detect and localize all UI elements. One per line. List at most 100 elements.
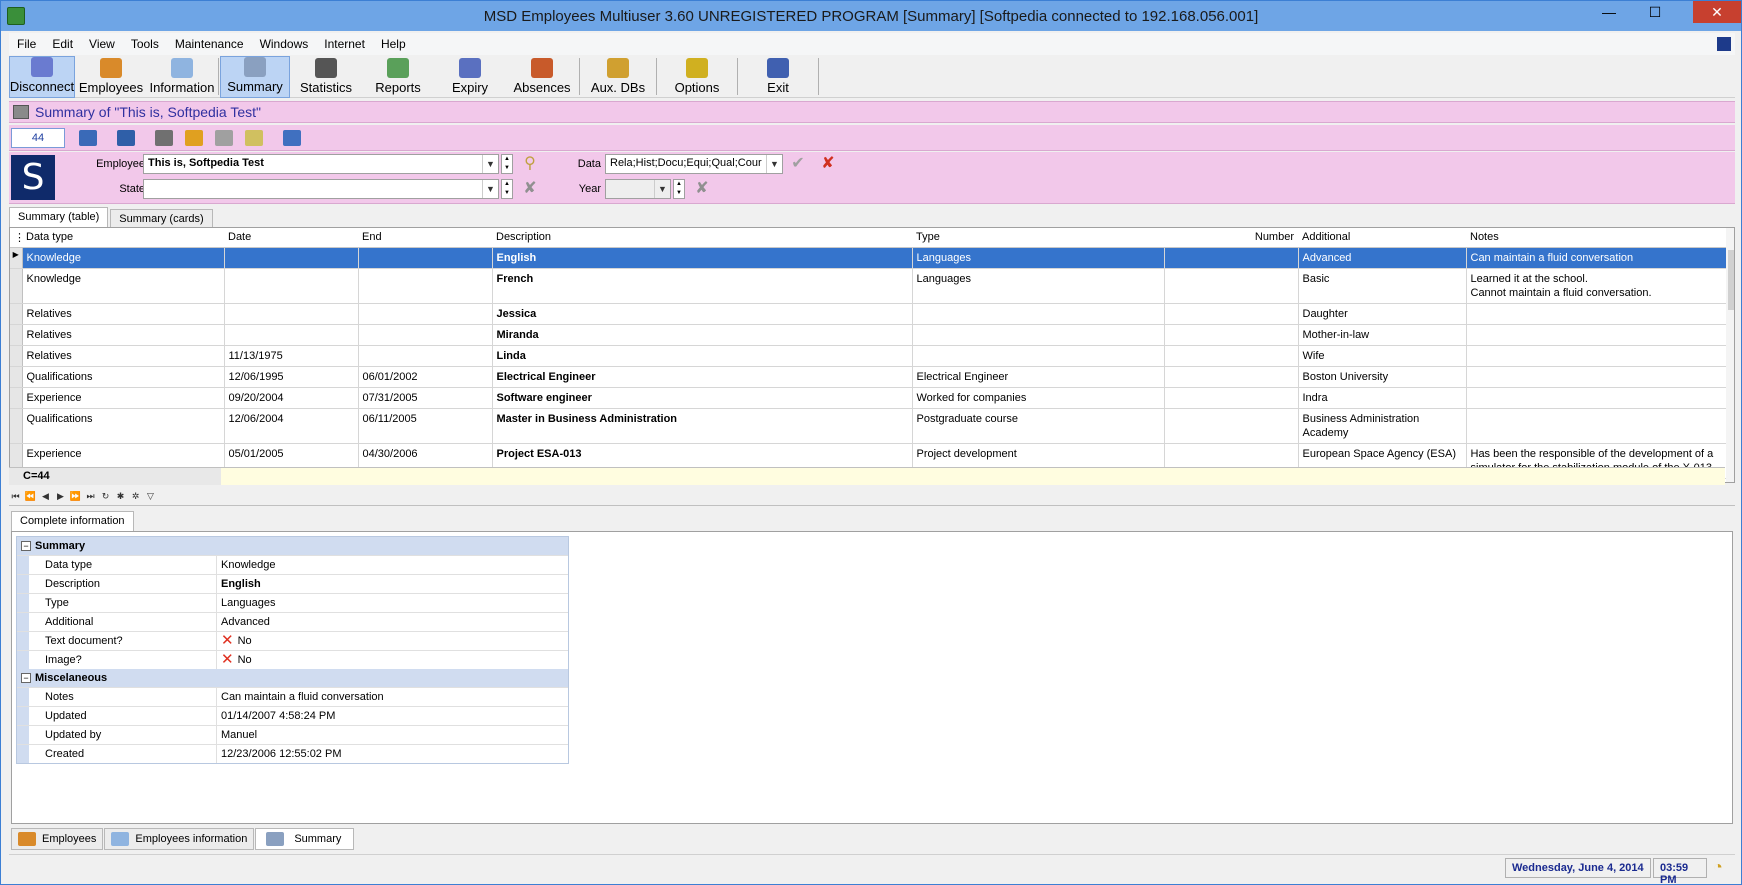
cell-additional[interactable]: Boston University xyxy=(1298,366,1467,388)
row-indicator[interactable] xyxy=(10,268,23,304)
clear-state-icon[interactable]: ✘ xyxy=(521,180,539,198)
menu-help[interactable]: Help xyxy=(373,37,414,51)
close-button[interactable]: ✕ xyxy=(1693,1,1741,23)
collapse-icon[interactable]: − xyxy=(21,541,31,551)
cell-end[interactable] xyxy=(358,268,493,304)
table-row[interactable]: Experience 09/20/2004 07/31/2005 Software e… xyxy=(10,387,1727,409)
col-date[interactable]: Date xyxy=(224,228,358,248)
exit-button[interactable]: Exit xyxy=(739,56,817,98)
cell-additional[interactable]: Business Administration Academy xyxy=(1298,408,1467,444)
cell-end[interactable] xyxy=(358,345,493,367)
property-value[interactable]: Languages xyxy=(217,594,279,612)
aux-dbs-button[interactable]: Aux. DBs xyxy=(581,56,655,98)
cell-description[interactable]: Jessica xyxy=(492,303,913,325)
cell-date[interactable] xyxy=(224,324,359,346)
maximize-button[interactable]: ☐ xyxy=(1632,1,1678,23)
minimize-button[interactable]: — xyxy=(1586,1,1632,23)
cell-notes[interactable] xyxy=(1466,345,1727,367)
clock-icon[interactable]: ◔ xyxy=(1709,859,1727,877)
property-value[interactable]: Advanced xyxy=(217,613,274,631)
cell-type[interactable] xyxy=(912,324,1165,346)
tab-summary-table[interactable]: Summary (table) xyxy=(9,207,109,228)
table-row[interactable]: Relatives Miranda Mother-in-law xyxy=(10,324,1727,346)
property-value[interactable]: Can maintain a fluid conversation xyxy=(217,688,388,706)
menu-file[interactable]: File xyxy=(9,37,44,51)
menu-tools[interactable]: Tools xyxy=(123,37,167,51)
cell-number[interactable] xyxy=(1164,268,1299,304)
tab-summary-cards[interactable]: Summary (cards) xyxy=(110,209,213,228)
category-miscelaneous[interactable]: − Miscelaneous xyxy=(17,669,568,687)
cell-date[interactable]: 09/20/2004 xyxy=(224,387,359,409)
property-row[interactable]: Image? ✕ No xyxy=(17,650,568,669)
cell-end[interactable]: 07/31/2005 xyxy=(358,387,493,409)
chevron-down-icon[interactable]: ▼ xyxy=(654,180,670,198)
statistics-button[interactable]: Statistics xyxy=(290,56,362,98)
cell-data-type[interactable]: Qualifications xyxy=(22,408,225,444)
cell-number[interactable] xyxy=(1164,366,1299,388)
property-value[interactable]: 12/23/2006 12:55:02 PM xyxy=(217,745,345,763)
cell-description[interactable]: English xyxy=(492,247,913,269)
property-value[interactable]: ✕ No xyxy=(217,651,256,669)
table-row[interactable]: Relatives Jessica Daughter xyxy=(10,303,1727,325)
vertical-scrollbar[interactable] xyxy=(1726,228,1734,482)
cell-date[interactable]: 12/06/1995 xyxy=(224,366,359,388)
cell-end[interactable]: 06/01/2002 xyxy=(358,366,493,388)
cell-type[interactable]: Worked for companies xyxy=(912,387,1165,409)
property-value[interactable]: English xyxy=(217,575,265,593)
cell-type[interactable]: Postgraduate course xyxy=(912,408,1165,444)
tab-summary[interactable]: Summary xyxy=(255,828,355,850)
row-indicator[interactable] xyxy=(10,345,23,367)
cell-additional[interactable]: Wife xyxy=(1298,345,1467,367)
cell-number[interactable] xyxy=(1164,408,1299,444)
col-description[interactable]: Description xyxy=(492,228,912,248)
scroll-thumb[interactable] xyxy=(1728,250,1734,310)
property-value[interactable]: ✕ No xyxy=(217,632,256,650)
app-icon[interactable] xyxy=(7,7,25,25)
property-row[interactable]: Description English xyxy=(17,574,568,593)
employee-spinner[interactable]: ▲ ▼ xyxy=(501,154,513,174)
cell-description[interactable]: Electrical Engineer xyxy=(492,366,913,388)
row-indicator[interactable] xyxy=(10,366,23,388)
cell-data-type[interactable]: Knowledge xyxy=(22,268,225,304)
cell-date[interactable] xyxy=(224,247,359,269)
table-row[interactable]: Qualifications 12/06/2004 06/11/2005 Master… xyxy=(10,408,1727,444)
cell-type[interactable]: Languages xyxy=(912,268,1165,304)
menu-edit[interactable]: Edit xyxy=(44,37,81,51)
cell-additional[interactable]: Basic xyxy=(1298,268,1467,304)
cell-notes[interactable]: Can maintain a fluid conversation xyxy=(1466,247,1727,269)
chevron-down-icon[interactable]: ▼ xyxy=(482,155,498,173)
tab-employees[interactable]: Employees xyxy=(11,828,104,850)
chevron-down-icon[interactable]: ▼ xyxy=(766,155,782,173)
menu-view[interactable]: View xyxy=(81,37,123,51)
reports-button[interactable]: Reports xyxy=(362,56,434,98)
cell-data-type[interactable]: Qualifications xyxy=(22,366,225,388)
cell-notes[interactable] xyxy=(1466,324,1727,346)
information-button[interactable]: Information xyxy=(147,56,217,98)
info-icon[interactable] xyxy=(117,129,135,146)
prev-page-icon[interactable]: ⏪ xyxy=(24,490,37,503)
tab-complete-information[interactable]: Complete information xyxy=(11,511,134,532)
property-row[interactable]: Text document? ✕ No xyxy=(17,631,568,650)
cell-type[interactable]: Electrical Engineer xyxy=(912,366,1165,388)
property-value[interactable]: 01/14/2007 4:58:24 PM xyxy=(217,707,339,725)
cell-notes[interactable] xyxy=(1466,387,1727,409)
options-button[interactable]: Options xyxy=(658,56,736,98)
col-additional[interactable]: Additional xyxy=(1298,228,1466,248)
col-type[interactable]: Type xyxy=(912,228,1164,248)
tab-employees-information[interactable]: Employees information xyxy=(104,828,255,850)
collapse-icon[interactable]: − xyxy=(21,673,31,683)
cell-data-type[interactable]: Experience xyxy=(22,387,225,409)
col-number[interactable]: Number xyxy=(1164,228,1298,248)
row-indicator[interactable] xyxy=(10,324,23,346)
cell-number[interactable] xyxy=(1164,345,1299,367)
cell-data-type[interactable]: Relatives xyxy=(22,303,225,325)
export-icon[interactable] xyxy=(283,129,301,146)
cell-data-type[interactable]: Relatives xyxy=(22,324,225,346)
property-value[interactable]: Manuel xyxy=(217,726,261,744)
cell-date[interactable]: 11/13/1975 xyxy=(224,345,359,367)
menu-maintenance[interactable]: Maintenance xyxy=(167,37,252,51)
clear-icon[interactable]: ✘ xyxy=(819,155,837,173)
filter-icon[interactable]: ▽ xyxy=(144,490,157,503)
cell-notes[interactable] xyxy=(1466,303,1727,325)
clear-year-icon[interactable]: ✘ xyxy=(693,180,711,198)
